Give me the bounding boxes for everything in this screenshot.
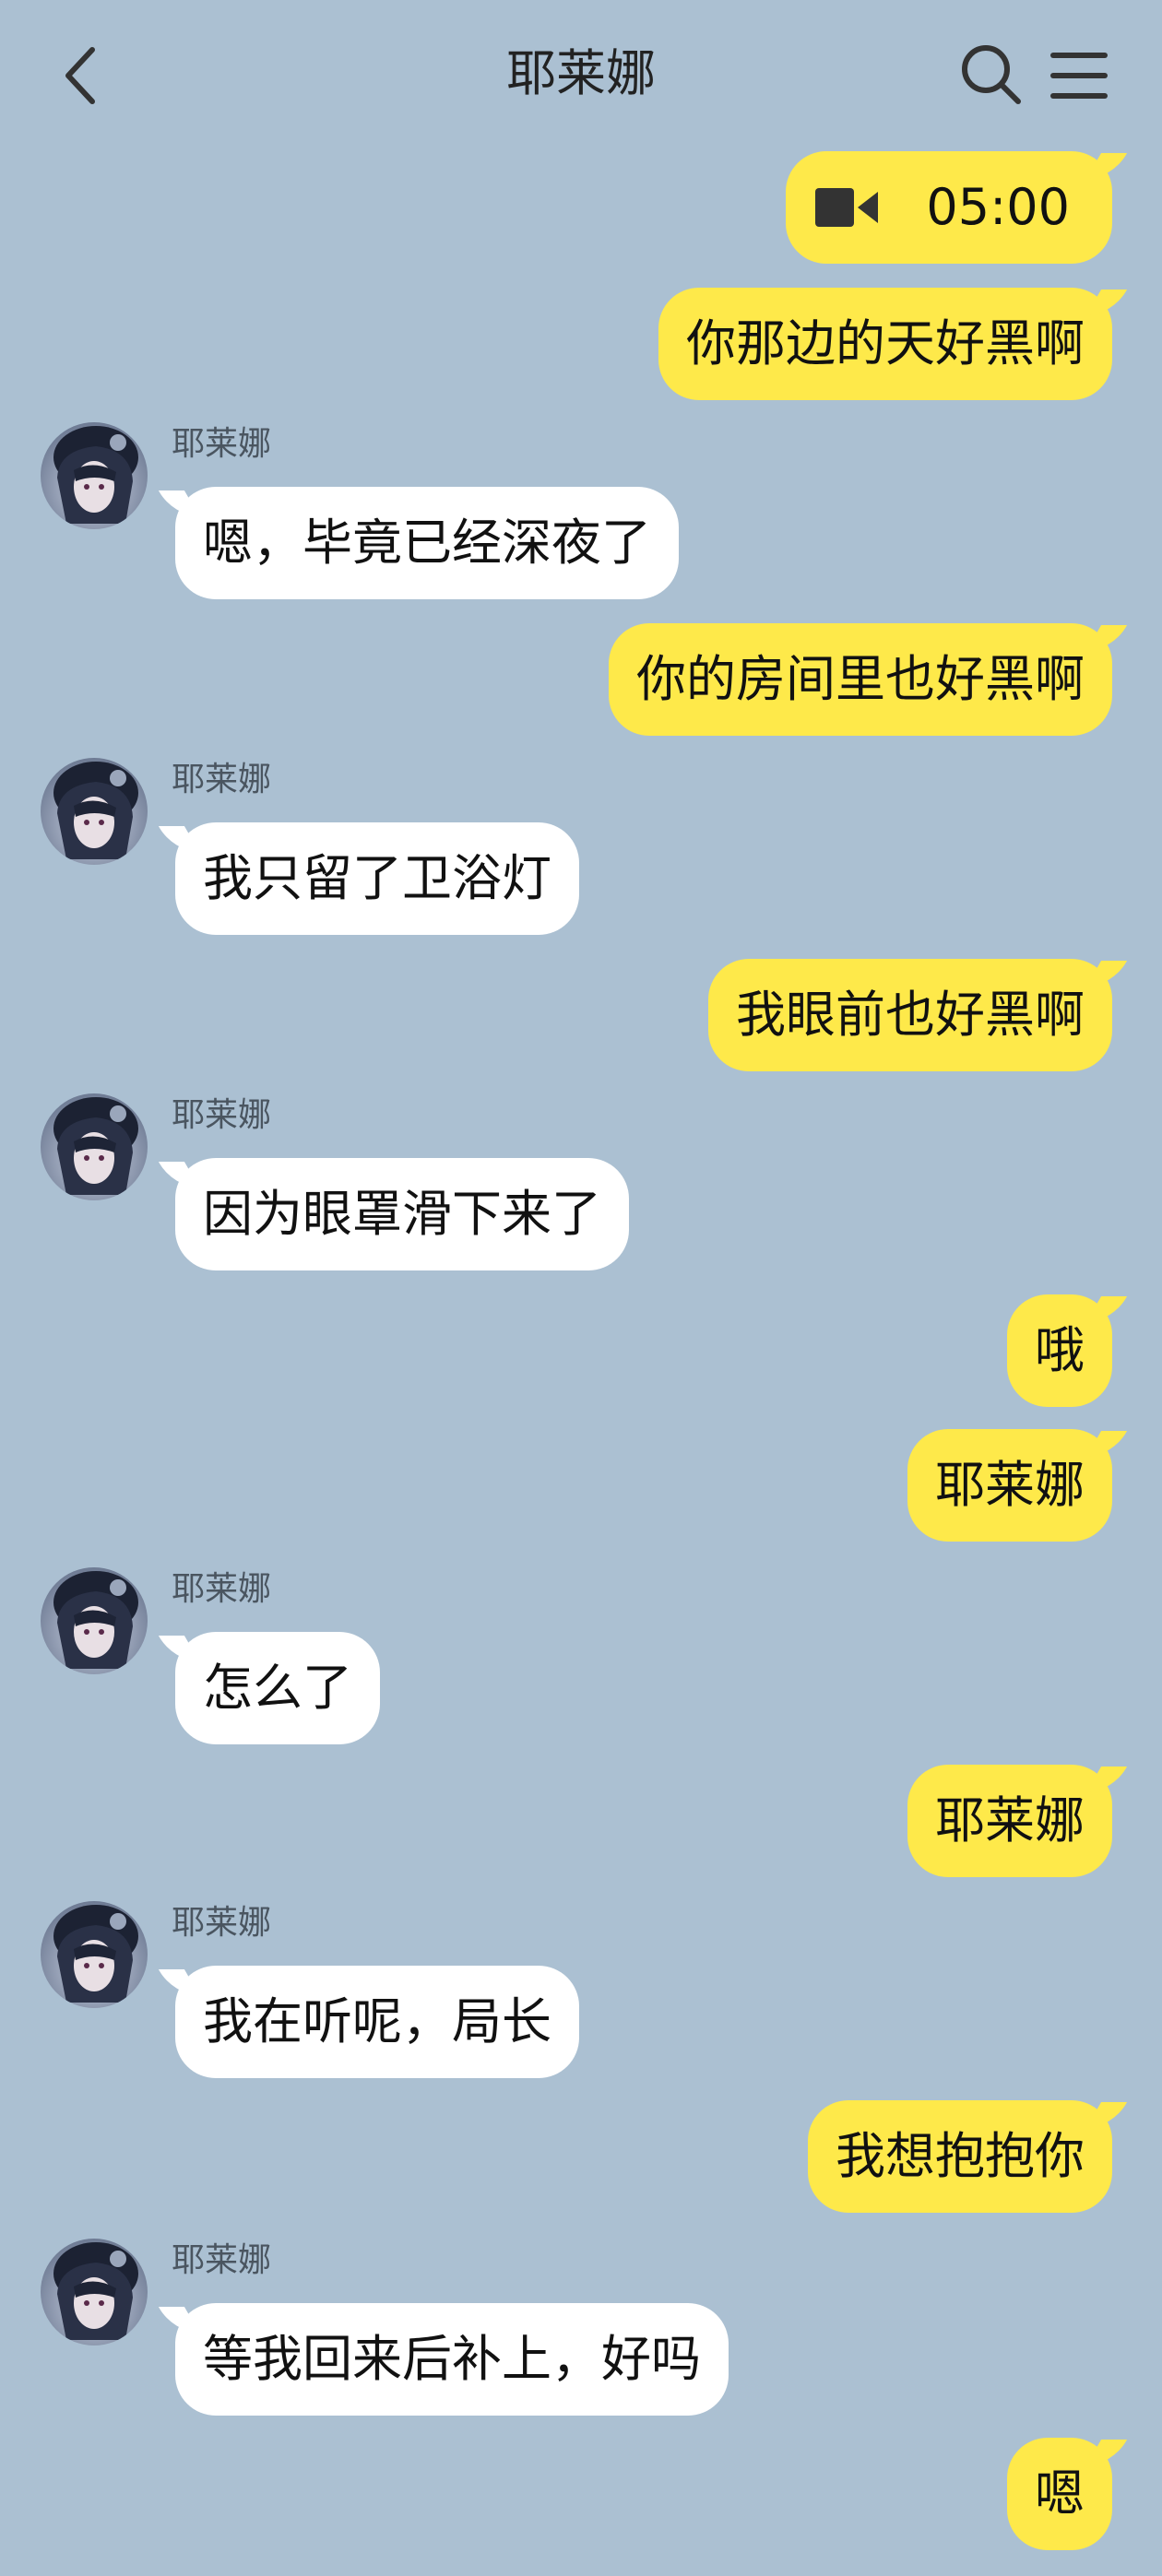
outgoing-message-bubble[interactable]: 耶莱娜 bbox=[907, 1429, 1112, 1542]
incoming-message-bubble[interactable]: 因为眼罩滑下来了 bbox=[175, 1158, 629, 1270]
outgoing-message-bubble[interactable]: 你的房间里也好黑啊 bbox=[609, 623, 1112, 736]
message-row: 哦 bbox=[0, 1294, 1162, 1414]
outgoing-message-bubble[interactable]: 我想抱抱你 bbox=[808, 2100, 1112, 2213]
search-icon bbox=[962, 45, 1021, 104]
menu-button[interactable] bbox=[1049, 48, 1109, 103]
avatar[interactable] bbox=[41, 2239, 148, 2346]
sender-name: 耶莱娜 bbox=[172, 1570, 272, 1608]
message-row: 耶莱娜嗯，毕竟已经深夜了 bbox=[0, 422, 1162, 607]
message-row: 耶莱娜等我回来后补上，好吗 bbox=[0, 2239, 1162, 2423]
call-duration: 05:00 bbox=[926, 178, 1070, 236]
sender-name: 耶莱娜 bbox=[172, 425, 272, 463]
outgoing-message-bubble[interactable]: 我眼前也好黑啊 bbox=[708, 959, 1112, 1071]
message-row: 我眼前也好黑啊 bbox=[0, 959, 1162, 1079]
message-row: 你那边的天好黑啊 bbox=[0, 288, 1162, 408]
search-button[interactable] bbox=[959, 42, 1024, 107]
message-row: 耶莱娜我只留了卫浴灯 bbox=[0, 758, 1162, 942]
hamburger-menu-icon bbox=[1050, 53, 1108, 99]
message-row: 05:00 bbox=[0, 151, 1162, 271]
message-row: 嗯 bbox=[0, 2438, 1162, 2558]
outgoing-message-bubble[interactable]: 哦 bbox=[1007, 1294, 1112, 1407]
video-camera-icon bbox=[815, 188, 879, 227]
outgoing-message-bubble[interactable]: 嗯 bbox=[1007, 2438, 1112, 2550]
incoming-message-bubble[interactable]: 怎么了 bbox=[175, 1632, 380, 1744]
avatar[interactable] bbox=[41, 1901, 148, 2008]
video-call-bubble[interactable]: 05:00 bbox=[786, 151, 1112, 264]
message-row: 我想抱抱你 bbox=[0, 2100, 1162, 2220]
incoming-message-bubble[interactable]: 等我回来后补上，好吗 bbox=[175, 2303, 729, 2416]
incoming-message-bubble[interactable]: 我只留了卫浴灯 bbox=[175, 822, 579, 935]
avatar[interactable] bbox=[41, 422, 148, 529]
message-row: 耶莱娜 bbox=[0, 1765, 1162, 1885]
top-bar: 耶莱娜 bbox=[0, 0, 1162, 148]
sender-name: 耶莱娜 bbox=[172, 2241, 272, 2279]
outgoing-message-bubble[interactable]: 你那边的天好黑啊 bbox=[658, 288, 1112, 400]
message-row: 耶莱娜 怎么了 bbox=[0, 1567, 1162, 1752]
avatar[interactable] bbox=[41, 1567, 148, 1674]
avatar[interactable] bbox=[41, 1093, 148, 1200]
sender-name: 耶莱娜 bbox=[172, 761, 272, 798]
avatar[interactable] bbox=[41, 758, 148, 865]
message-row: 你的房间里也好黑啊 bbox=[0, 623, 1162, 743]
outgoing-message-bubble[interactable]: 耶莱娜 bbox=[907, 1765, 1112, 1877]
message-row: 耶莱娜我在听呢，局长 bbox=[0, 1901, 1162, 2086]
message-row: 耶莱娜因为眼罩滑下来了 bbox=[0, 1093, 1162, 1278]
incoming-message-bubble[interactable]: 嗯，毕竟已经深夜了 bbox=[175, 487, 679, 599]
incoming-message-bubble[interactable]: 我在听呢，局长 bbox=[175, 1966, 579, 2078]
sender-name: 耶莱娜 bbox=[172, 1904, 272, 1942]
sender-name: 耶莱娜 bbox=[172, 1096, 272, 1134]
message-row: 耶莱娜 bbox=[0, 1429, 1162, 1549]
